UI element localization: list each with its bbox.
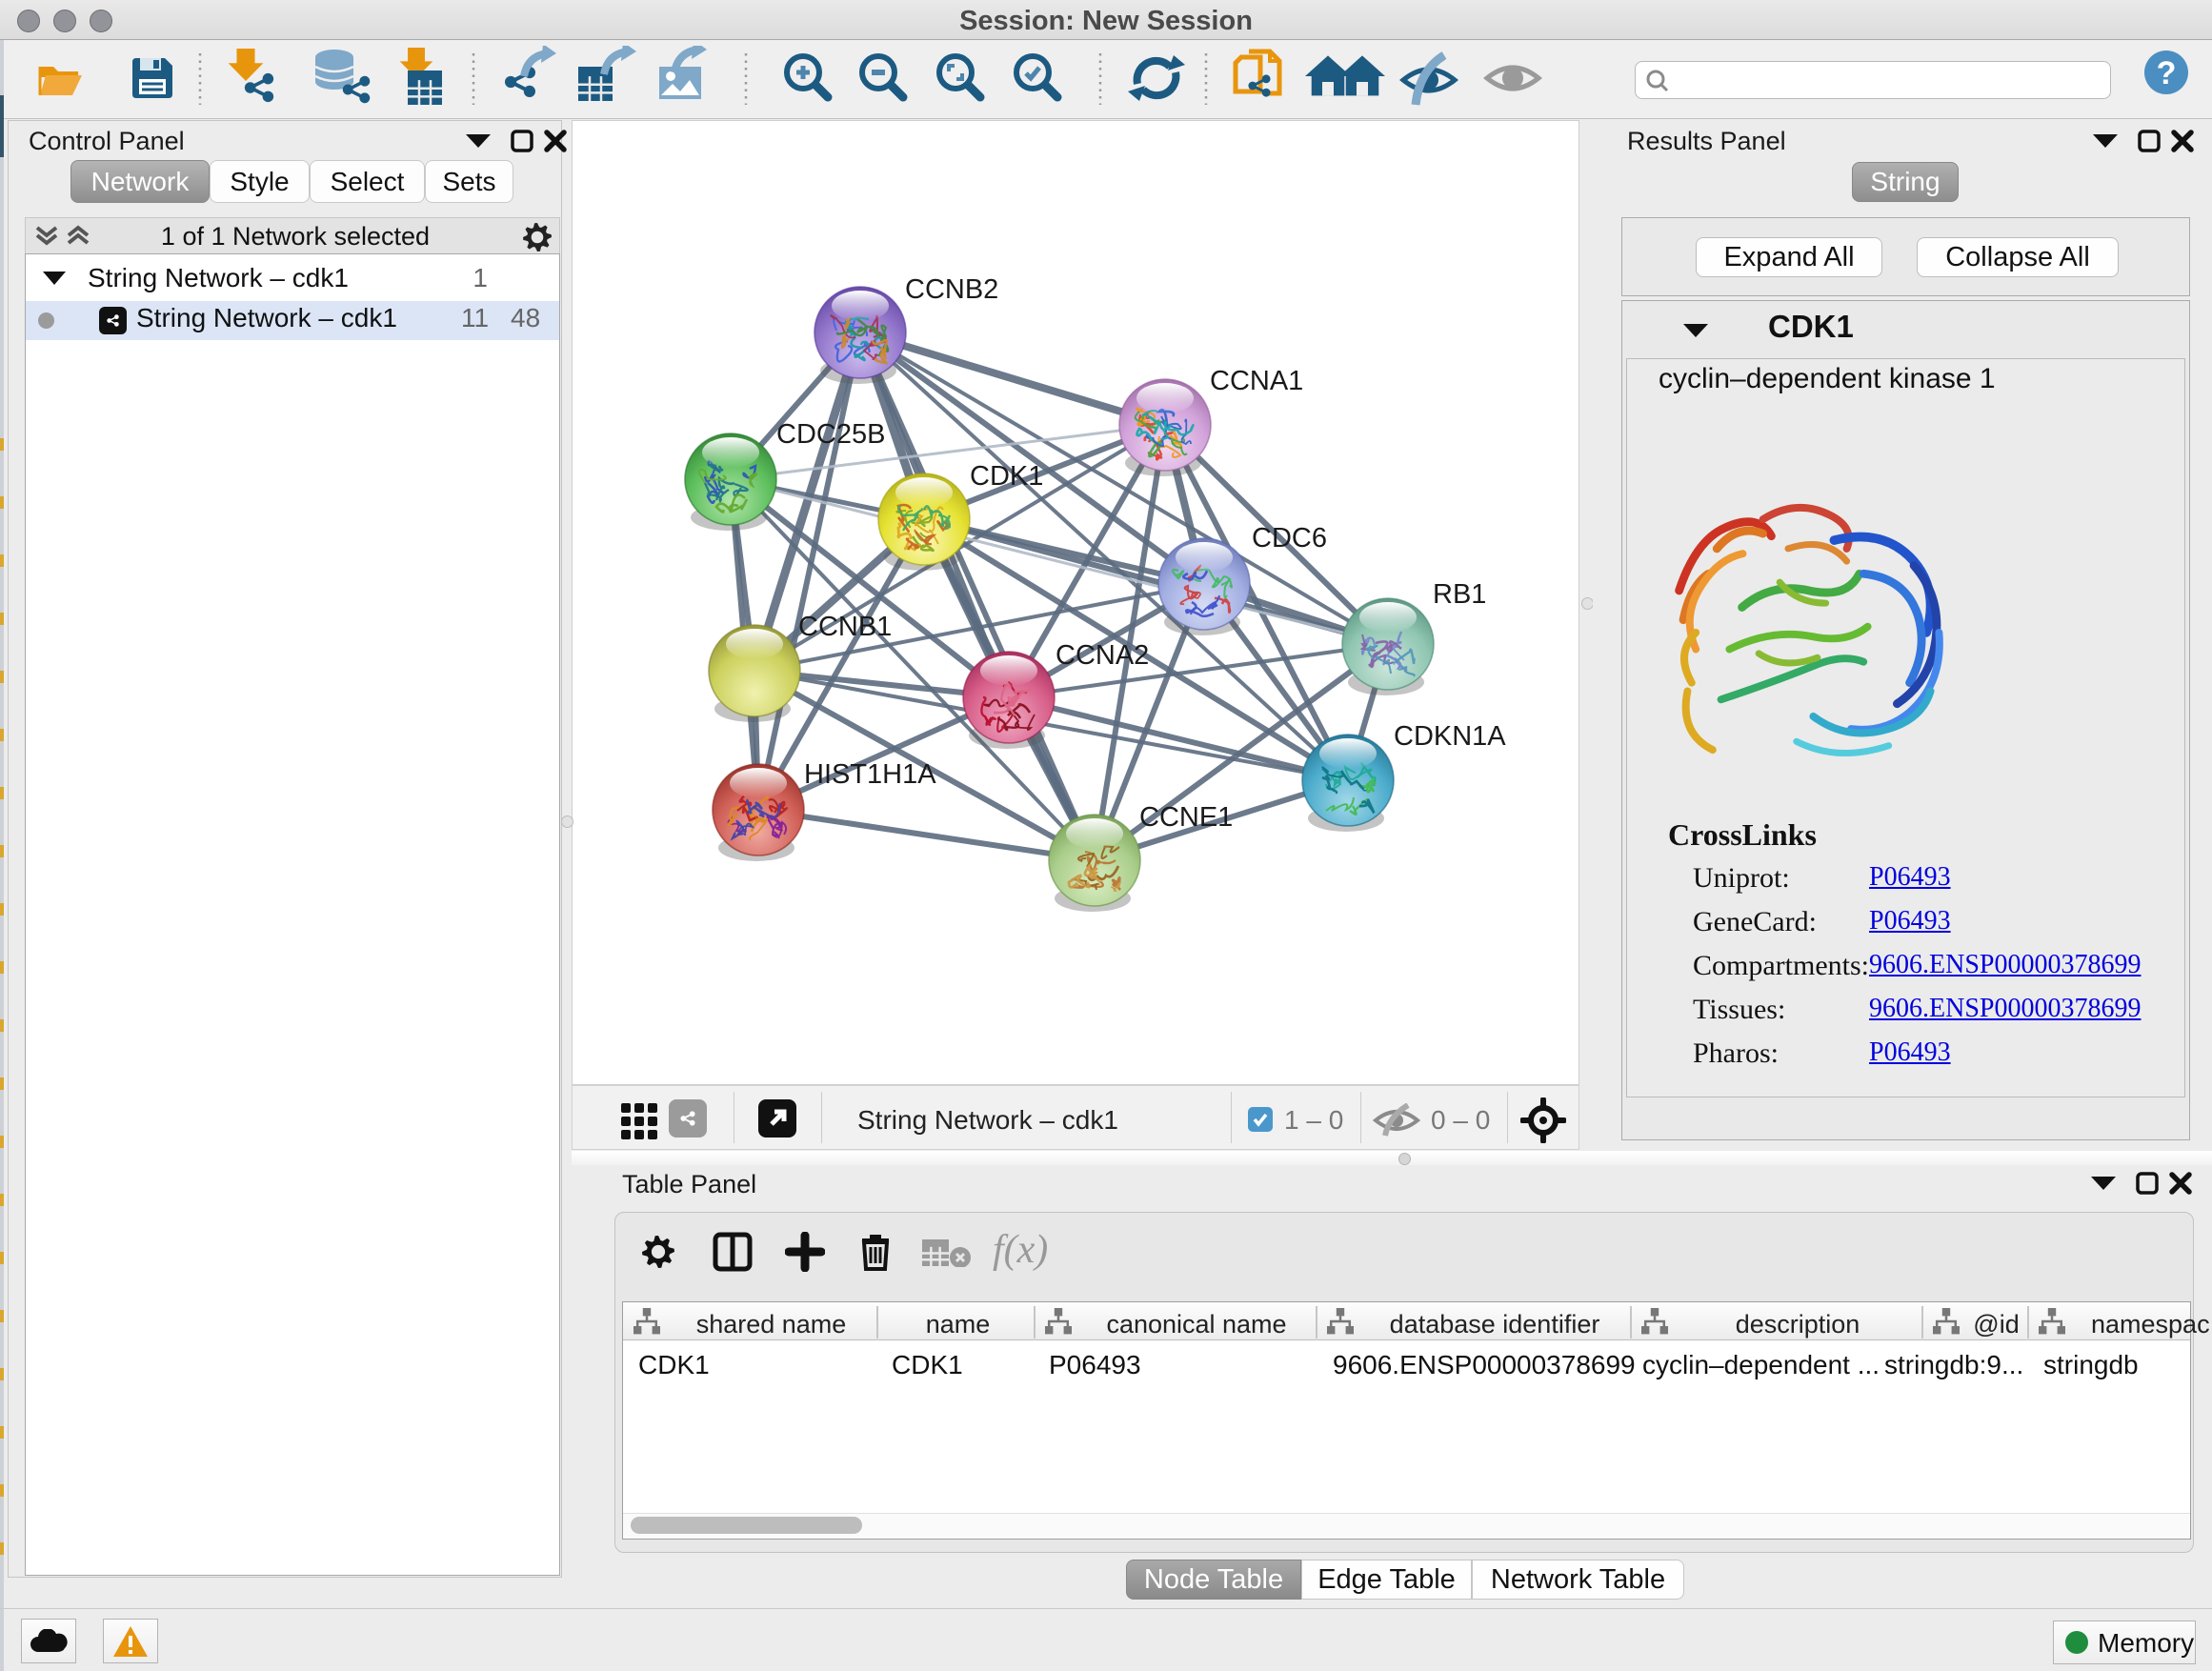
svg-text:CCNE1: CCNE1: [1139, 802, 1233, 833]
svg-text:CDKN1A: CDKN1A: [1394, 721, 1506, 752]
svg-text:CDC25B: CDC25B: [776, 419, 885, 450]
svg-text:CDC6: CDC6: [1252, 523, 1327, 554]
svg-text:HIST1H1A: HIST1H1A: [804, 759, 936, 790]
svg-text:CDK1: CDK1: [970, 461, 1043, 492]
svg-text:CCNA1: CCNA1: [1210, 366, 1303, 396]
svg-text:CCNB1: CCNB1: [798, 612, 892, 642]
svg-text:CCNA2: CCNA2: [1056, 640, 1149, 671]
svg-text:?: ?: [2157, 55, 2177, 91]
svg-text:RB1: RB1: [1433, 579, 1486, 610]
svg-text:CCNB2: CCNB2: [905, 274, 998, 305]
